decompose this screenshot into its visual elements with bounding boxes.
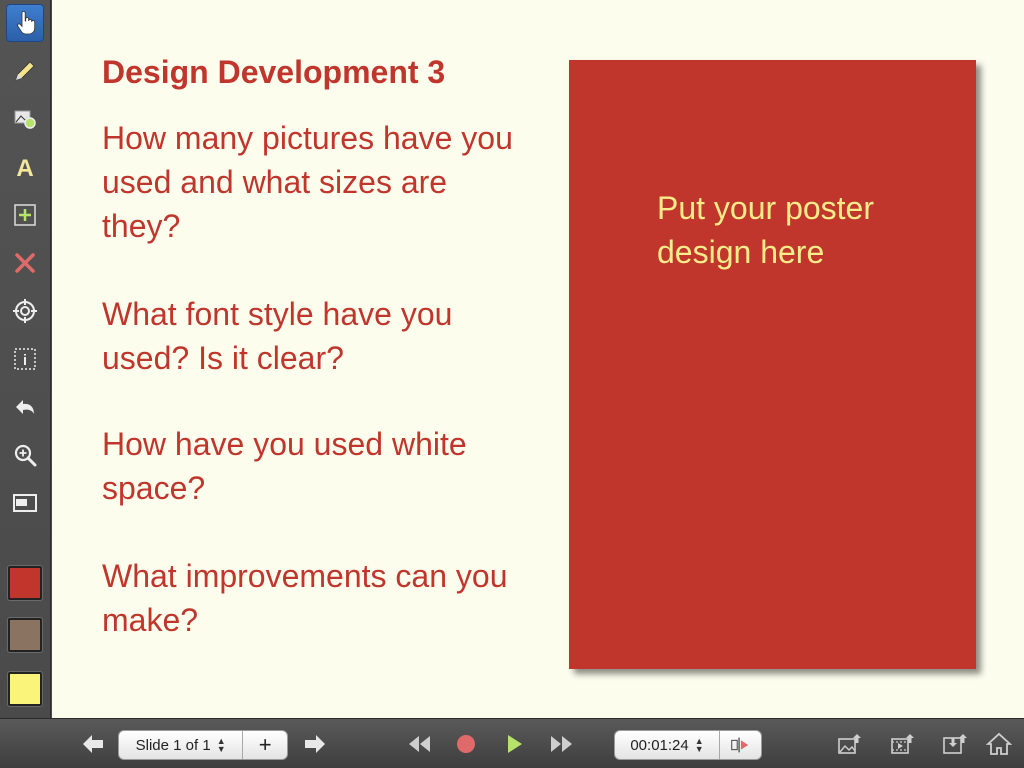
next-slide-button[interactable]	[300, 729, 330, 759]
split-marker-icon	[731, 737, 749, 753]
question-text[interactable]: What improvements can you make?	[102, 554, 522, 642]
pen-tool[interactable]	[6, 52, 44, 90]
hand-pointer-icon	[17, 11, 36, 35]
timer-control[interactable]: 00:01:24 ▲ ▼	[614, 730, 762, 760]
text-tool[interactable]: A	[6, 148, 44, 186]
pencil-icon	[15, 61, 35, 81]
color-swatch-red[interactable]	[8, 566, 42, 600]
fast-forward-icon	[551, 736, 572, 752]
rewind-button[interactable]	[404, 729, 434, 759]
slide-counter[interactable]: Slide 1 of 1 ▲ ▼	[119, 731, 242, 759]
slide-selector[interactable]: Slide 1 of 1 ▲ ▼ +	[118, 730, 288, 760]
undo-arrow-icon	[16, 400, 34, 414]
timer-value: 00:01:24	[630, 736, 689, 754]
add-slide-label: +	[258, 732, 272, 757]
question-text[interactable]: How many pictures have you used and what…	[102, 116, 522, 248]
stepper-icon: ▲ ▼	[694, 736, 704, 754]
tool-palette: A	[0, 0, 51, 718]
import-button[interactable]	[940, 729, 970, 759]
question-text[interactable]: What font style have you used? Is it cle…	[102, 292, 522, 380]
play-button[interactable]	[499, 729, 529, 759]
info-frame-tool[interactable]	[6, 340, 44, 378]
stepper-icon: ▲ ▼	[216, 736, 226, 754]
previous-slide-button[interactable]	[78, 729, 108, 759]
crosshair-icon	[13, 299, 37, 323]
plus-box-icon	[14, 204, 36, 226]
arrow-left-icon	[83, 735, 103, 753]
timer-display[interactable]: 00:01:24 ▲ ▼	[615, 731, 719, 759]
play-icon	[508, 735, 522, 753]
add-box-tool[interactable]	[6, 196, 44, 234]
import-icon	[943, 734, 967, 754]
zoom-tool[interactable]	[6, 436, 44, 474]
undo-tool[interactable]	[6, 388, 44, 426]
poster-placeholder-text: Put your poster design here	[657, 190, 874, 270]
rewind-icon	[409, 736, 430, 752]
insert-image-tool[interactable]	[6, 100, 44, 138]
record-icon	[457, 735, 475, 753]
add-slide-button[interactable]: +	[243, 731, 287, 759]
export-video-icon	[891, 734, 914, 754]
text-a-icon: A	[16, 155, 33, 180]
export-video-button[interactable]	[887, 729, 917, 759]
slide-counter-label: Slide 1 of 1	[135, 736, 211, 754]
export-image-button[interactable]	[834, 729, 864, 759]
slide-title[interactable]: Design Development 3	[102, 54, 445, 91]
window-tool[interactable]	[6, 484, 44, 522]
home-button[interactable]	[984, 729, 1014, 759]
svg-text:A: A	[16, 155, 33, 180]
color-swatch-yellow[interactable]	[8, 672, 42, 706]
close-x-icon	[15, 253, 35, 273]
zoom-magnifier-icon	[14, 444, 37, 467]
poster-placeholder[interactable]: Put your poster design here	[569, 60, 976, 669]
export-image-icon	[838, 734, 861, 754]
bottom-toolbar: Slide 1 of 1 ▲ ▼ + 00:01:24 ▲ ▼	[0, 718, 1024, 768]
slide-canvas[interactable]: Design Development 3 How many pictures h…	[52, 0, 1024, 718]
question-text[interactable]: How have you used white space?	[102, 422, 522, 510]
hand-pointer-tool[interactable]	[6, 4, 44, 42]
split-audio-button[interactable]	[720, 731, 760, 759]
arrow-right-icon	[305, 735, 325, 753]
target-tool[interactable]	[6, 292, 44, 330]
window-icon	[13, 494, 37, 512]
color-swatch-brown[interactable]	[8, 618, 42, 652]
fast-forward-button[interactable]	[547, 729, 577, 759]
record-button[interactable]	[451, 729, 481, 759]
image-icon	[14, 110, 36, 129]
home-icon	[986, 732, 1012, 755]
delete-tool[interactable]	[6, 244, 44, 282]
info-frame-icon	[14, 348, 36, 370]
